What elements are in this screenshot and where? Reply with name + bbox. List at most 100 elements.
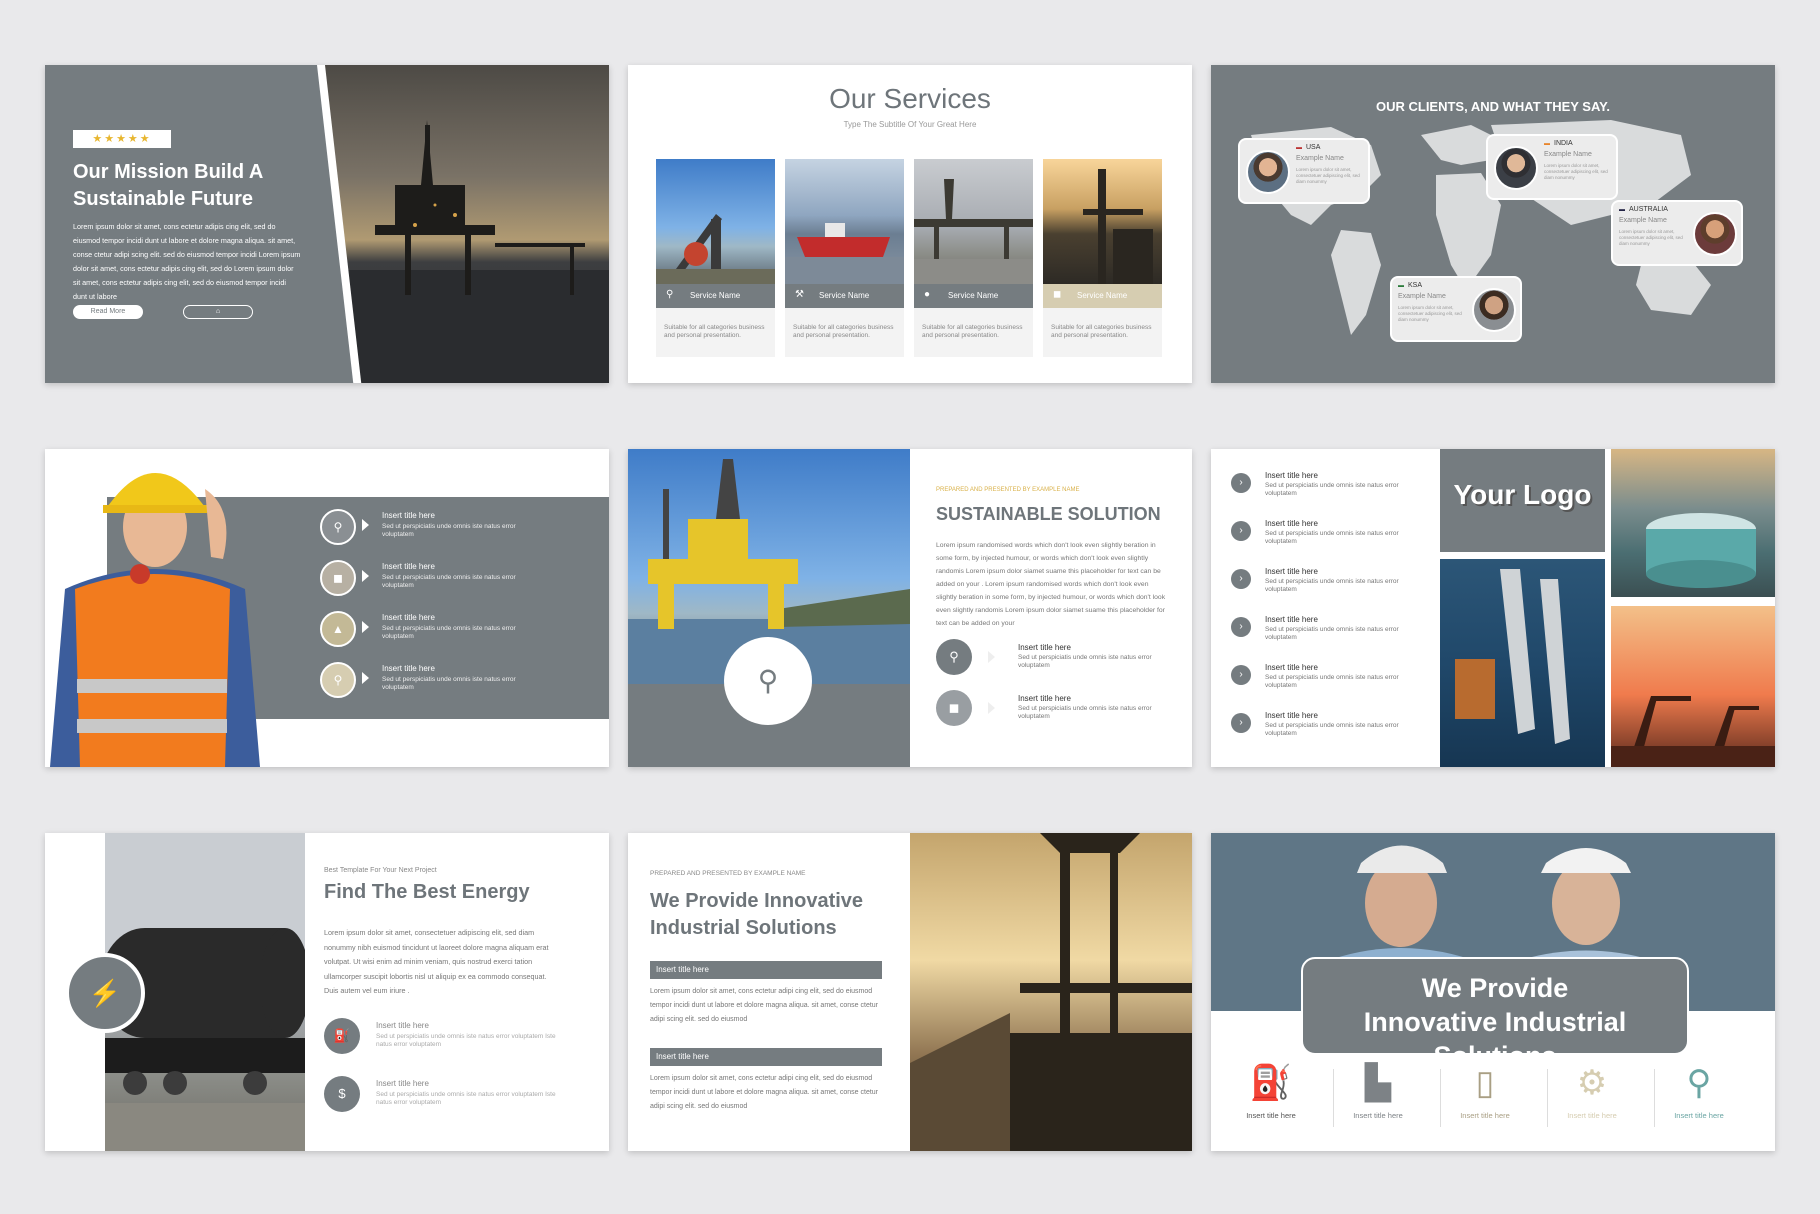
- item-desc: Sed ut perspiciatis unde omnis iste natu…: [1265, 722, 1399, 737]
- rating-badge: ★★★★★: [73, 130, 171, 148]
- item-desc: Sed ut perspiciatis unde omnis iste natu…: [382, 676, 516, 691]
- icon-column[interactable]: ▙ Insert title here: [1332, 1063, 1424, 1143]
- list-item[interactable]: › Insert title here Sed ut perspiciatis …: [1231, 567, 1421, 607]
- chevron-circle-icon: ›: [1231, 521, 1251, 541]
- pumpjack-photo: [656, 159, 775, 284]
- item-desc: Sed ut perspiciatis unde omnis iste natu…: [1018, 705, 1152, 720]
- slide-worker[interactable]: ⚲ Insert title here Sed ut perspiciatis …: [45, 449, 609, 767]
- chevron-circle-icon: ›: [1231, 713, 1251, 733]
- icon-column[interactable]: ⛽ Insert title here: [1225, 1063, 1317, 1143]
- service-card[interactable]: ⚒ Service Name Suitable for all categori…: [785, 159, 904, 357]
- slide-body: Lorem ipsum dolor sit amet, cons ectetur…: [73, 222, 301, 301]
- item-desc: Sed ut perspiciatis unde omnis iste natu…: [1265, 530, 1399, 545]
- slide-mission[interactable]: ★★★★★ Our Mission Build A Sustainable Fu…: [45, 65, 609, 383]
- kicker: PREPARED AND PRESENTED BY EXAMPLE NAME: [936, 487, 1080, 493]
- fuel-pump-icon: ⛽: [333, 1028, 351, 1043]
- item-title: Insert title here: [376, 1079, 429, 1088]
- star-rating: ★★★★★: [92, 133, 152, 145]
- home-icon: ⌂: [215, 308, 221, 315]
- service-card[interactable]: ◼ Service Name Suitable for all categori…: [1043, 159, 1162, 357]
- client-card[interactable]: ▬ INDIA Example Name Lorem ipsum dolor s…: [1486, 134, 1618, 200]
- icon-label: Insert title here: [1353, 1111, 1403, 1120]
- client-country: INDIA: [1554, 140, 1573, 147]
- kicker: Best Template For Your Next Project: [324, 867, 437, 874]
- chevron-right-icon: [362, 570, 369, 582]
- service-card[interactable]: ⚲ Service Name Suitable for all categori…: [656, 159, 775, 357]
- slide-title: Our Mission Build A Sustainable Future: [73, 161, 263, 210]
- item-desc: Sed ut perspiciatis unde omnis iste natu…: [1265, 578, 1399, 593]
- item-desc: Sed ut perspiciatis unde omnis iste natu…: [1265, 674, 1399, 689]
- icon-column[interactable]: ▯ Insert title here: [1439, 1063, 1531, 1143]
- item-title: Insert title here: [382, 664, 435, 673]
- slide-logo-grid[interactable]: › Insert title here Sed ut perspiciatis …: [1211, 449, 1775, 767]
- circle-icon: ◼: [320, 560, 356, 596]
- feature-item[interactable]: ⚲ Insert title here Sed ut perspiciatis …: [320, 662, 600, 698]
- client-quote: Lorem ipsum dolor sit amet, consectetuer…: [1296, 167, 1360, 184]
- client-country: AUSTRALIA: [1629, 206, 1668, 213]
- read-more-label: Read More: [90, 308, 126, 315]
- circle-icon: $: [324, 1076, 360, 1112]
- truck-icon: ◼: [948, 700, 960, 715]
- icon-column[interactable]: ⚲ Insert title here: [1653, 1063, 1745, 1143]
- slide-services[interactable]: Our Services Type The Subtitle Of Your G…: [628, 65, 1192, 383]
- icon-column[interactable]: ⚙ Insert title here: [1546, 1063, 1638, 1143]
- slide-title: Our Services: [829, 83, 991, 114]
- list-item[interactable]: › Insert title here Sed ut perspiciatis …: [1231, 663, 1421, 703]
- list-item[interactable]: › Insert title here Sed ut perspiciatis …: [1231, 615, 1421, 655]
- item-desc: Sed ut perspiciatis unde omnis iste natu…: [376, 1033, 556, 1048]
- chevron-right-icon: [988, 651, 995, 663]
- service-card[interactable]: ● Service Name Suitable for all categori…: [914, 159, 1033, 357]
- item-title: Insert title here: [1018, 694, 1071, 703]
- drill-icon: ⚒: [795, 289, 804, 300]
- list-item[interactable]: › Insert title here Sed ut perspiciatis …: [1231, 519, 1421, 559]
- slide-clients[interactable]: OUR CLIENTS, AND WHAT THEY SAY. ▬ USA Ex…: [1211, 65, 1775, 383]
- rig-silhouette: [315, 120, 609, 383]
- slide-subtitle: Type The Subtitle Of Your Great Here: [843, 120, 977, 129]
- circle-icon: ◼: [936, 690, 972, 726]
- slide-sustainable[interactable]: ⚲ PREPARED AND PRESENTED BY EXAMPLE NAME…: [628, 449, 1192, 767]
- list-item[interactable]: › Insert title here Sed ut perspiciatis …: [1231, 471, 1421, 511]
- section-title-bar: Insert title here: [650, 1048, 882, 1066]
- icon-label: Insert title here: [1674, 1111, 1724, 1120]
- slide-innovative[interactable]: PREPARED AND PRESENTED BY EXAMPLE NAME W…: [628, 833, 1192, 1151]
- slide-energy[interactable]: ⚡ Best Template For Your Next Project Fi…: [45, 833, 609, 1151]
- client-quote: Lorem ipsum dolor sit amet, consectetuer…: [1619, 229, 1683, 246]
- circle-icon: ⚲: [320, 662, 356, 698]
- flag-australia-icon: ▬: [1619, 207, 1625, 213]
- slide-solutions-icons[interactable]: We Provide Innovative Industrial Solutio…: [1211, 833, 1775, 1151]
- feature-item[interactable]: ⛽ Insert title here Sed ut perspiciatis …: [324, 1018, 564, 1054]
- service-desc: Suitable for all categories business and…: [664, 324, 765, 339]
- list-item[interactable]: › Insert title here Sed ut perspiciatis …: [1231, 711, 1421, 751]
- client-name: Example Name: [1398, 293, 1446, 300]
- chevron-circle-icon: ›: [1231, 569, 1251, 589]
- client-card[interactable]: ▬ KSA Example Name Lorem ipsum dolor sit…: [1390, 276, 1522, 342]
- logo-box[interactable]: Your Logo: [1440, 449, 1605, 552]
- home-button[interactable]: ⌂: [183, 305, 253, 319]
- feature-item[interactable]: $ Insert title here Sed ut perspiciatis …: [324, 1076, 564, 1112]
- feature-item[interactable]: ⚲ Insert title here Sed ut perspiciatis …: [320, 509, 600, 545]
- client-country: KSA: [1408, 282, 1423, 289]
- money-bag-icon: $: [338, 1086, 346, 1101]
- client-card[interactable]: ▬ AUSTRALIA Example Name Lorem ipsum dol…: [1611, 200, 1743, 266]
- service-name: Service Name: [948, 291, 999, 300]
- tankers-aerial-photo: [1440, 559, 1605, 767]
- pumpjack-icon: ⚲: [666, 289, 674, 300]
- item-desc: Sed ut perspiciatis unde omnis iste natu…: [1265, 482, 1399, 497]
- feature-item[interactable]: ◼ Insert title here Sed ut perspiciatis …: [320, 560, 600, 596]
- client-card[interactable]: ▬ USA Example Name Lorem ipsum dolor sit…: [1238, 138, 1370, 204]
- fuel-pump-icon: ⛽: [1249, 1064, 1293, 1102]
- flag-usa-icon: ▬: [1296, 145, 1302, 151]
- circle-icon: ⚲: [320, 509, 356, 545]
- read-more-button[interactable]: Read More: [73, 305, 143, 319]
- item-title: Insert title here: [1265, 615, 1318, 624]
- pumpjack-badge: ⚲: [724, 637, 812, 725]
- item-title: Insert title here: [1265, 519, 1318, 528]
- energy-badge: ⚡: [65, 953, 145, 1033]
- chevron-right-icon: [362, 519, 369, 531]
- chevron-circle-icon: ›: [1231, 617, 1251, 637]
- section-title: Insert title here: [656, 1052, 709, 1061]
- service-desc: Suitable for all categories business and…: [922, 324, 1023, 339]
- feature-item[interactable]: ▲ Insert title here Sed ut perspiciatis …: [320, 611, 600, 647]
- feature-item[interactable]: ◼ Insert title here Sed ut perspiciatis …: [936, 690, 1176, 726]
- feature-item[interactable]: ⚲ Insert title here Sed ut perspiciatis …: [936, 639, 1176, 675]
